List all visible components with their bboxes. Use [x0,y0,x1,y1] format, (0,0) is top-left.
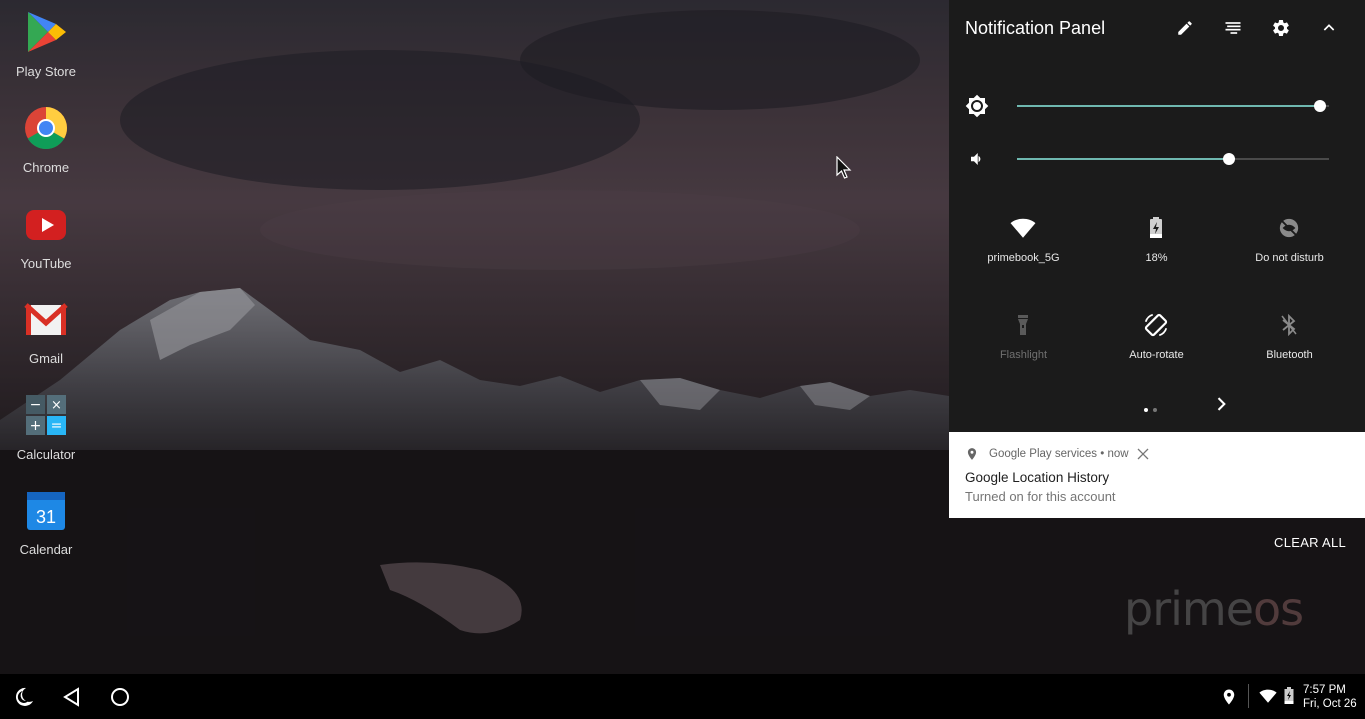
tile-label: Do not disturb [1255,252,1324,264]
app-label: YouTube [20,256,72,271]
flashlight-icon [1018,315,1028,335]
battery-icon [1150,217,1162,238]
brightness-slider-fill [1017,105,1320,107]
close-icon[interactable] [1137,448,1149,460]
tile-auto-rotate[interactable]: Auto-rotate [1090,311,1223,381]
tile-label: primebook_5G [987,252,1060,264]
auto-rotate-icon [1144,313,1168,337]
volume-slider-row [949,144,1365,174]
settings-button[interactable] [1267,14,1295,42]
taskbar: 7:57 PM Fri, Oct 26 [0,674,1365,719]
wifi-icon [1010,218,1036,238]
brightness-slider[interactable] [1017,100,1329,112]
calendar-icon: 31 [27,492,65,530]
wifi-status-icon[interactable] [1259,688,1277,704]
volume-icon [971,153,981,165]
edit-button[interactable] [1171,14,1199,42]
page-dot [1153,408,1157,412]
dnd-icon [1279,218,1299,238]
page-indicator [1144,399,1162,417]
home-icon[interactable] [108,685,132,709]
notification-separator: • [1100,448,1105,460]
volume-slider[interactable] [1017,153,1329,165]
svg-text:−: − [30,397,42,413]
volume-slider-thumb[interactable] [1223,153,1236,165]
primeos-watermark: primeos [1124,582,1304,636]
tile-label: Flashlight [999,349,1048,361]
app-label: Calendar [19,542,73,557]
notification-time: now [1107,448,1129,460]
sort-button[interactable] [1219,14,1247,42]
chevron-right-icon[interactable] [1211,394,1231,414]
svg-text:+: + [30,418,42,434]
bluetooth-icon [1281,314,1297,336]
page-dot-active [1144,408,1148,412]
app-youtube[interactable]: YouTube [0,194,92,284]
app-label: Chrome [22,160,70,175]
play-store-icon [28,12,66,52]
tile-label: Auto-rotate [1129,349,1184,361]
app-label: Calculator [16,447,76,462]
app-calculator[interactable]: − × + = Calculator [0,385,92,475]
brightness-slider-thumb[interactable] [1313,100,1326,112]
app-label: Play Store [16,64,76,79]
tile-label: 18% [1145,252,1168,264]
tile-bluetooth[interactable]: Bluetooth [1223,311,1356,381]
battery-status-icon[interactable] [1284,687,1294,705]
notification-card[interactable]: Google Play services • now Google Locati… [949,432,1365,518]
primeos-start-icon[interactable] [12,685,36,709]
notification-text: Turned on for this account [965,489,1116,504]
chevron-up-icon [1323,24,1335,31]
svg-text:×: × [51,398,62,413]
sort-icon [1225,22,1241,34]
gear-icon [1273,19,1289,37]
app-label: Gmail [29,351,63,366]
collapse-button[interactable] [1315,14,1343,42]
notification-title: Google Location History [965,470,1110,485]
notification-app: Google Play services [989,448,1098,460]
svg-text:=: = [51,418,63,434]
svg-text:31: 31 [36,507,56,527]
panel-title: Notification Panel [965,18,1106,38]
app-play-store[interactable]: Play Store [0,2,92,92]
clock-date: Fri, Oct 26 [1303,698,1357,710]
brightness-slider-row [949,91,1365,121]
app-chrome[interactable]: Chrome [0,98,92,188]
mouse-cursor-icon [836,156,852,179]
brightness-icon [965,94,989,118]
app-calendar[interactable]: 31 Calendar [0,480,92,570]
clear-all-button[interactable]: CLEAR ALL [1274,535,1346,550]
gmail-icon [24,303,68,335]
notification-header: Google Play services • now [965,446,1149,462]
chrome-icon [25,107,68,150]
back-icon[interactable] [60,685,84,709]
clock[interactable]: 7:57 PM Fri, Oct 26 [1303,683,1357,711]
tile-battery[interactable]: 18% [1090,214,1223,284]
edit-icon [1178,21,1192,35]
taskbar-divider [1248,684,1249,708]
location-pin-icon [967,448,977,460]
volume-slider-fill [1017,158,1230,160]
tile-wifi[interactable]: primebook_5G [957,214,1090,284]
tile-flashlight[interactable]: Flashlight [957,311,1090,381]
calculator-icon: − × + = [26,395,66,435]
clock-time: 7:57 PM [1303,684,1346,696]
youtube-icon [26,210,66,240]
tile-label: Bluetooth [1266,349,1313,361]
tile-do-not-disturb[interactable]: Do not disturb [1223,214,1356,284]
notification-panel: Notification Panel primebook_5G 18% Do n… [949,0,1365,432]
location-icon[interactable] [1220,688,1238,706]
app-gmail[interactable]: Gmail [0,289,92,379]
